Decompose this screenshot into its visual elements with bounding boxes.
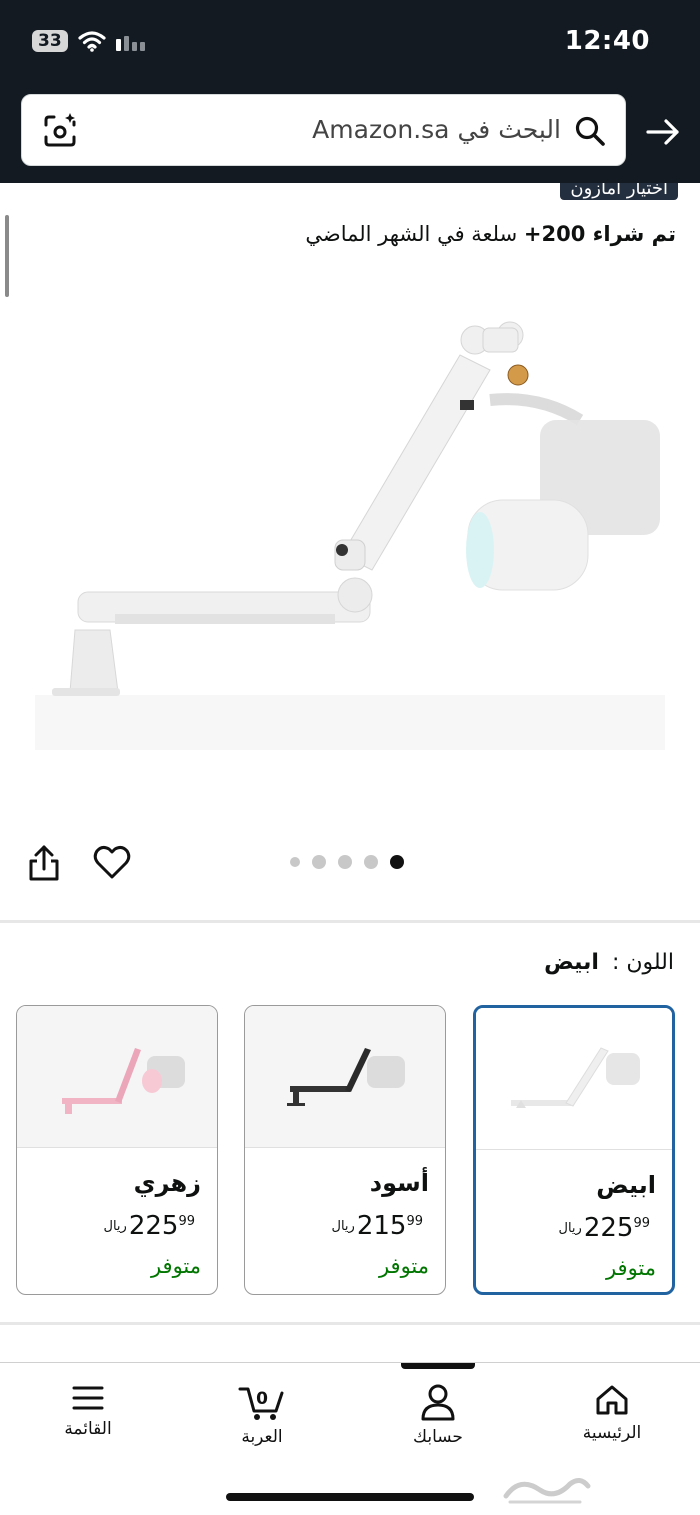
swatch-white[interactable]: ابيض ريال 225 99 متوفر — [473, 1005, 675, 1295]
swatch-image — [245, 1006, 445, 1148]
nav-cart[interactable]: 0 العربة — [202, 1383, 322, 1447]
nav-active-indicator — [401, 1363, 475, 1369]
cart-count: 0 — [256, 1389, 268, 1409]
search-icon[interactable] — [573, 114, 607, 148]
nav-menu[interactable]: القائمة — [28, 1383, 148, 1439]
price-whole: 215 — [356, 1211, 407, 1241]
color-label-text: اللون : — [611, 950, 674, 975]
price-fraction: 99 — [633, 1216, 650, 1231]
swatch-pink[interactable]: زهري ريال 225 99 متوفر — [16, 1005, 218, 1295]
wifi-icon — [78, 31, 106, 52]
arrow-right-icon[interactable] — [644, 113, 682, 151]
purchase-count-text: تم شراء 200+ سلعة في الشهر الماضي — [305, 222, 676, 246]
image-carousel-dots[interactable] — [290, 855, 404, 869]
swatch-image — [17, 1006, 217, 1148]
price-currency: ريال — [558, 1221, 582, 1236]
swatch-price: ريال 225 99 — [559, 1213, 651, 1243]
swatch-image — [476, 1008, 672, 1150]
price-fraction: 99 — [178, 1214, 195, 1229]
share-icon[interactable] — [25, 843, 63, 883]
color-selected-value: ابيض — [544, 950, 599, 975]
search-placeholder: البحث في Amazon.sa — [312, 115, 561, 144]
status-indicators: 33 — [32, 30, 145, 52]
menu-icon — [72, 1386, 104, 1410]
nav-menu-label: القائمة — [64, 1419, 112, 1439]
availability-text: متوفر — [150, 1254, 201, 1278]
carousel-dot[interactable] — [364, 855, 378, 869]
carousel-dot-active[interactable] — [390, 855, 404, 869]
amazon-choice-badge: اختيار أمازون — [560, 183, 678, 200]
battery-indicator: 33 — [32, 30, 68, 52]
section-divider — [0, 1322, 700, 1325]
nav-account[interactable]: حسابك — [378, 1383, 498, 1447]
watermark-logo — [503, 1478, 591, 1504]
carousel-dot[interactable] — [290, 857, 300, 867]
availability-text: متوفر — [378, 1254, 429, 1278]
price-whole: 225 — [128, 1211, 179, 1241]
section-divider — [0, 920, 700, 923]
cart-icon: 0 — [238, 1387, 284, 1420]
price-fraction: 99 — [406, 1214, 423, 1229]
scroll-indicator — [5, 215, 9, 297]
price-currency: ريال — [103, 1219, 127, 1234]
camera-search-icon[interactable] — [40, 111, 80, 151]
app-header: 33 12:40 البحث في Amazon.sa — [0, 0, 700, 183]
color-variation-label: اللون : ابيض — [544, 950, 674, 975]
purchase-count-bold: تم شراء 200+ — [523, 222, 676, 246]
purchase-count-rest: سلعة في الشهر الماضي — [305, 222, 518, 246]
swatch-name: زهري — [133, 1169, 201, 1197]
home-icon — [596, 1385, 628, 1415]
swatch-price: ريال 225 99 — [104, 1211, 196, 1241]
heart-icon[interactable] — [92, 843, 132, 881]
search-input[interactable]: البحث في Amazon.sa — [21, 94, 626, 166]
carousel-dot[interactable] — [312, 855, 326, 869]
user-icon — [421, 1384, 455, 1421]
carousel-dot[interactable] — [338, 855, 352, 869]
swatch-price: ريال 215 99 — [332, 1211, 424, 1241]
swatch-black[interactable]: أسود ريال 215 99 متوفر — [244, 1005, 446, 1295]
swatch-name: أسود — [369, 1169, 429, 1197]
home-indicator-bar — [226, 1493, 474, 1501]
cellular-signal-icon — [115, 31, 145, 51]
swatch-name: ابيض — [596, 1171, 656, 1199]
availability-text: متوفر — [605, 1256, 656, 1280]
status-time: 12:40 — [564, 26, 650, 56]
nav-home-label: الرئيسية — [582, 1423, 642, 1443]
product-image[interactable] — [20, 300, 680, 770]
nav-cart-label: العربة — [241, 1427, 283, 1447]
price-currency: ريال — [331, 1219, 355, 1234]
nav-home[interactable]: الرئيسية — [552, 1383, 672, 1443]
nav-account-label: حسابك — [413, 1427, 463, 1447]
price-whole: 225 — [583, 1213, 634, 1243]
